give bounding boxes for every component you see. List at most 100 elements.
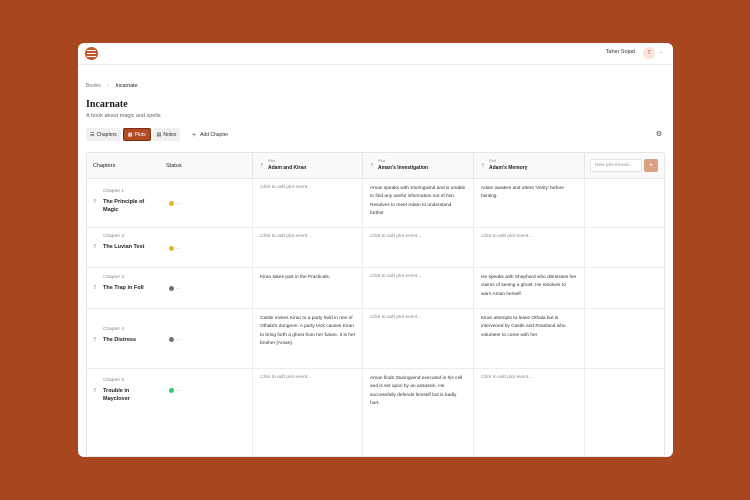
list-icon: ☰ bbox=[90, 131, 95, 138]
chapter-row: ⠿ Chapter 4 The Distress ⌄ Castle invite… bbox=[87, 309, 664, 369]
drag-handle-icon[interactable]: ⠿ bbox=[93, 199, 97, 205]
tab-notes[interactable]: ▤ Notes bbox=[152, 128, 181, 141]
plot-column-header[interactable]: ⠿ Plot Aman's Investigation bbox=[362, 153, 473, 179]
chapter-cell[interactable]: ⠿ Chapter 1 The Principle of Magic bbox=[87, 179, 157, 227]
breadcrumb-current: Incarnate bbox=[115, 83, 138, 89]
plot-event-text: Aman speaks with Sturingwind and is unab… bbox=[370, 186, 466, 216]
new-plot-column: New plot thread... + bbox=[584, 153, 664, 179]
chapter-cell[interactable]: ⠿ Chapter 3 The Trap in Foll bbox=[87, 268, 157, 308]
add-event-placeholder: Click to add plot event... bbox=[260, 234, 312, 239]
chapter-cell[interactable]: ⠿ Chapter 4 The Distress bbox=[87, 309, 157, 368]
board-header: Chapters Status ⠿ Plot Adam and Kiran ⠿ … bbox=[87, 153, 664, 179]
add-event-placeholder: Click to add plot event... bbox=[481, 375, 533, 380]
chapter-title: The Principle of Magic bbox=[103, 199, 145, 213]
settings-button[interactable]: ⚙ bbox=[653, 129, 665, 141]
empty-plot-cell bbox=[584, 369, 664, 456]
plot-column-header[interactable]: ⠿ Plot Adam and Kiran bbox=[252, 153, 362, 179]
chapter-number: Chapter 2 bbox=[103, 234, 125, 239]
chevron-down-icon[interactable]: ⌄ bbox=[659, 49, 663, 55]
chapter-number: Chapter 4 bbox=[103, 327, 125, 332]
plot-event-text: Kiran attempts to leave Othala but is in… bbox=[481, 316, 566, 338]
status-dropdown[interactable]: ⌄ bbox=[169, 200, 180, 207]
grid-icon: ▦ bbox=[127, 131, 133, 138]
empty-plot-cell bbox=[584, 179, 664, 227]
add-event-placeholder: Click to add plot event... bbox=[370, 234, 422, 239]
plot-event-cell[interactable]: Click to add plot event... bbox=[252, 369, 362, 456]
status-dot bbox=[169, 246, 174, 251]
add-event-placeholder: Click to add plot event... bbox=[481, 234, 533, 239]
add-plot-button[interactable]: + bbox=[644, 159, 658, 172]
chapter-title: The Distress bbox=[103, 337, 137, 343]
drag-handle-icon[interactable]: ⠿ bbox=[93, 285, 97, 291]
drag-handle-icon[interactable]: ⠿ bbox=[260, 163, 264, 169]
breadcrumb-books[interactable]: Books bbox=[86, 83, 101, 89]
plot-event-cell[interactable]: Click to add plot event... bbox=[252, 179, 362, 227]
plot-column-header[interactable]: ⠿ Plot Adam's Memory bbox=[473, 153, 584, 179]
empty-plot-cell bbox=[584, 228, 664, 267]
plot-event-cell[interactable]: Click to add plot event... bbox=[362, 228, 473, 267]
plot-event-text: Kiran takes part in the Practicals. bbox=[260, 275, 331, 280]
tab-notes-label: Notes bbox=[163, 131, 177, 138]
view-tabs: ☰ Chapters ▦ Plots ▤ Notes bbox=[86, 128, 181, 142]
breadcrumb: Books › Incarnate bbox=[86, 83, 138, 89]
status-dot bbox=[169, 337, 174, 342]
chapter-row: ⠿ Chapter 3 The Trap in Foll ⌄ Kiran tak… bbox=[87, 268, 664, 309]
drag-handle-icon[interactable]: ⠿ bbox=[93, 337, 97, 343]
plot-event-cell[interactable]: Kiran takes part in the Practicals. bbox=[252, 268, 362, 308]
add-event-placeholder: Click to add plot event... bbox=[260, 375, 312, 380]
plot-event-cell[interactable]: Castle invites Kiran to a party held in … bbox=[252, 309, 362, 368]
plus-icon: + bbox=[648, 162, 654, 169]
chapter-cell[interactable]: ⠿ Chapter 2 The Luvian Test bbox=[87, 228, 157, 267]
page-title: Incarnate bbox=[86, 99, 128, 110]
add-chapter-label: Add Chapter bbox=[200, 132, 229, 138]
empty-plot-cell bbox=[584, 309, 664, 368]
chapter-cell[interactable]: ⠿ Chapter 5 Trouble in Mayclover bbox=[87, 369, 157, 456]
status-dropdown[interactable]: ⌄ bbox=[169, 245, 179, 252]
tab-chapters[interactable]: ☰ Chapters bbox=[86, 128, 121, 141]
status-dropdown[interactable]: ⌄ bbox=[169, 387, 179, 394]
add-event-placeholder: Click to add plot event... bbox=[370, 274, 422, 279]
plot-event-cell[interactable]: Aman finds Sturingwind executed in his c… bbox=[362, 369, 473, 456]
chevron-down-icon: ⌄ bbox=[176, 285, 180, 290]
chevron-down-icon: ⌄ bbox=[176, 200, 180, 205]
page-subtitle: A book about magic and spells bbox=[86, 113, 161, 119]
chapter-row: ⠿ Chapter 1 The Principle of Magic ⌄ Cli… bbox=[87, 179, 664, 228]
status-dropdown[interactable]: ⌄ bbox=[169, 285, 180, 292]
chapter-title: The Trap in Foll bbox=[103, 285, 144, 291]
plot-kicker: Plot bbox=[268, 158, 275, 163]
drag-handle-icon[interactable]: ⠿ bbox=[481, 163, 485, 169]
new-plot-input[interactable]: New plot thread... bbox=[590, 159, 642, 172]
drag-handle-icon[interactable]: ⠿ bbox=[93, 244, 97, 250]
plot-event-cell[interactable]: Click to add plot event... bbox=[252, 228, 362, 267]
plot-board: Chapters Status ⠿ Plot Adam and Kiran ⠿ … bbox=[86, 152, 665, 457]
plot-event-cell[interactable]: Click to add plot event... bbox=[362, 268, 473, 308]
add-chapter-button[interactable]: + Add Chapter bbox=[192, 129, 228, 141]
chapter-number: Chapter 1 bbox=[103, 189, 125, 194]
plot-event-text: Castle invites Kiran to a party held in … bbox=[260, 316, 356, 346]
plot-event-cell[interactable]: Click to add plot event... bbox=[473, 228, 584, 267]
status-header: Status bbox=[166, 163, 182, 169]
gear-icon: ⚙ bbox=[655, 131, 663, 138]
plot-event-cell[interactable]: Adam awakes and utters 'Verity' before f… bbox=[473, 179, 584, 227]
tab-plots[interactable]: ▦ Plots bbox=[122, 128, 151, 141]
drag-handle-icon[interactable]: ⠿ bbox=[93, 388, 97, 394]
add-event-placeholder: Click to add plot event... bbox=[260, 185, 312, 190]
avatar[interactable]: T bbox=[643, 47, 655, 59]
status-dot bbox=[169, 388, 174, 393]
logo-icon[interactable] bbox=[85, 47, 98, 60]
status-dropdown[interactable]: ⌄ bbox=[169, 336, 179, 343]
empty-plot-cell bbox=[584, 268, 664, 308]
plot-event-cell[interactable]: Kiran attempts to leave Othala but is in… bbox=[473, 309, 584, 368]
app-window: Taher Sojad T ⌄ Books › Incarnate Incarn… bbox=[78, 43, 673, 457]
plot-event-text: Adam awakes and utters 'Verity' before f… bbox=[481, 186, 564, 200]
plot-event-cell[interactable]: Aman speaks with Sturingwind and is unab… bbox=[362, 179, 473, 227]
status-dot bbox=[169, 286, 174, 291]
plot-event-cell[interactable]: He speaks with Shepherd who dismisses he… bbox=[473, 268, 584, 308]
drag-handle-icon[interactable]: ⠿ bbox=[370, 163, 374, 169]
tab-chapters-label: Chapters bbox=[96, 131, 117, 138]
plot-name: Aman's Investigation bbox=[378, 165, 429, 171]
top-bar: Taher Sojad T ⌄ bbox=[78, 43, 673, 65]
plot-event-cell[interactable]: Click to add plot event... bbox=[473, 369, 584, 456]
chapter-row: ⠿ Chapter 5 Trouble in Mayclover ⌄ Click… bbox=[87, 369, 664, 456]
plot-event-cell[interactable]: Click to add plot event... bbox=[362, 309, 473, 368]
